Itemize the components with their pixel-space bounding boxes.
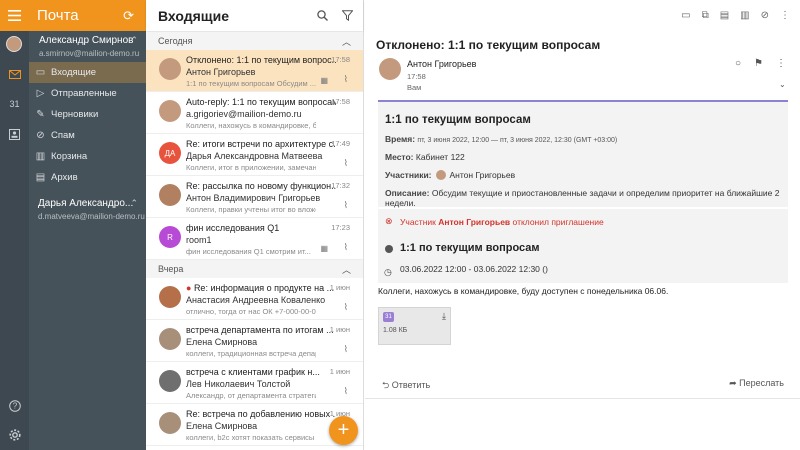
avatar <box>159 412 181 434</box>
account-primary[interactable]: Александр Смирнов a.smirnov@mailion-demo… <box>29 31 146 58</box>
paperclip-icon: ⌇ <box>343 74 348 84</box>
account-email: a.smirnov@mailion-demo.ru <box>39 49 140 58</box>
menu-icon[interactable] <box>0 0 29 31</box>
search-icon[interactable] <box>317 10 328 21</box>
list-item[interactable]: Auto-reply: 1:1 по текущим вопросам a.gr… <box>146 92 363 134</box>
avatar[interactable] <box>6 36 22 52</box>
list-item[interactable]: R фин исследования Q1 room1 фин исследов… <box>146 218 363 260</box>
forward-icon: ➦ <box>729 378 740 388</box>
avatar: R <box>159 226 181 248</box>
contacts-icon[interactable] <box>0 119 29 149</box>
folder-drafts[interactable]: ✎ Черновики <box>29 104 146 125</box>
paperclip-icon: ⌇ <box>343 200 348 210</box>
divider <box>365 398 800 399</box>
folder-spam[interactable]: ⊘ Спам <box>29 125 146 146</box>
spam-icon[interactable]: ⊘ <box>761 10 769 21</box>
compose-button[interactable]: + <box>329 416 358 445</box>
more-icon[interactable]: ⋮ <box>776 58 786 69</box>
paperclip-icon: ⌇ <box>343 344 348 354</box>
account-secondary[interactable]: Дарья Александро... d.matveeva@mailion-d… <box>29 194 146 221</box>
app-rail: 31 ? <box>0 0 29 450</box>
circle-icon[interactable]: ○ <box>735 58 741 69</box>
help-icon[interactable]: ? <box>0 391 29 421</box>
message-list: Входящие Сегодня ︿ Отклонено: 1:1 по теку… <box>146 0 364 450</box>
chevron-up-icon[interactable]: ︿ <box>342 263 351 276</box>
toolbar: ▭ ⧉ ▤ ▥ ⊘ ⋮ <box>365 0 800 31</box>
avatar <box>159 370 181 392</box>
svg-text:?: ? <box>12 402 17 411</box>
spam-icon: ⊘ <box>36 130 45 141</box>
folder-archive[interactable]: ▤ Архив <box>29 167 146 188</box>
reply-icon: ⮌ <box>382 380 392 390</box>
filter-icon[interactable] <box>342 10 353 21</box>
calendar-file-icon: 31 <box>383 312 394 322</box>
more-icon[interactable]: ⋮ <box>780 10 790 21</box>
message-time: 17:58 <box>407 72 426 81</box>
invitation-card: 1:1 по текущим вопросам Время: пт, 3 июн… <box>378 100 788 208</box>
sender-name[interactable]: Антон Григорьев <box>407 59 476 69</box>
important-icon: ● <box>186 283 194 293</box>
copy-icon[interactable]: ⧉ <box>702 10 709 21</box>
folder-sidebar: Почта ⟳ Александр Смирнов a.smirnov@mail… <box>29 0 146 450</box>
paperclip-icon: ⌇ <box>343 386 348 396</box>
list-item[interactable]: Re: рассылка по новому функцион... Антон… <box>146 176 363 218</box>
paperclip-icon: ⌇ <box>343 158 348 168</box>
avatar <box>159 184 181 206</box>
download-icon[interactable]: ⤓ <box>442 311 446 322</box>
list-item[interactable]: встреча с клиентами график н... Лев Нико… <box>146 362 363 404</box>
list-title: Входящие <box>158 7 229 24</box>
flag-icon[interactable]: ⚑ <box>754 58 763 69</box>
inbox-icon: ▭ <box>35 67 46 78</box>
archive-icon[interactable]: ▤ <box>720 10 729 21</box>
list-item[interactable]: ● Re: информация о продукте на ... Анаст… <box>146 278 363 320</box>
list-item[interactable]: Отклонено: 1:1 по текущим вопрос... Анто… <box>146 50 363 92</box>
reply-button[interactable]: ⮌ Ответить <box>382 378 430 394</box>
recipient[interactable]: Вам <box>407 83 421 92</box>
paperclip-icon: ⌇ <box>343 302 348 312</box>
avatar <box>435 170 446 180</box>
paperclip-icon: ⌇ <box>343 242 348 252</box>
settings-icon[interactable] <box>0 420 29 450</box>
decline-card: ⊗ Участник Антон Григорьев отклонил приг… <box>378 209 788 283</box>
reading-pane: ▭ ⧉ ▤ ▥ ⊘ ⋮ Отклонено: 1:1 по текущим во… <box>365 0 800 450</box>
avatar <box>379 58 401 80</box>
account-email: d.matveeva@mailion-demo.ru <box>38 212 145 221</box>
folder-inbox[interactable]: ▭ Входящие <box>29 62 146 83</box>
list-item[interactable]: встреча департамента по итогам ... Елена… <box>146 320 363 362</box>
chevron-up-icon[interactable]: ︿ <box>342 35 351 48</box>
avatar <box>159 58 181 80</box>
folder-sent[interactable]: ▷ Отправленные <box>29 83 146 104</box>
folder-trash[interactable]: ▥ Корзина <box>29 146 146 167</box>
event-dot-icon <box>385 245 393 253</box>
avatar <box>159 286 181 308</box>
expand-icon[interactable]: ⌄ <box>779 80 786 89</box>
avatar <box>159 100 181 122</box>
message-body: Коллеги, нахожусь в командировке, буду д… <box>378 286 669 296</box>
refresh-icon[interactable]: ⟳ <box>123 8 134 24</box>
avatar <box>159 328 181 350</box>
invite-heading: 1:1 по текущим вопросам <box>385 114 531 126</box>
pencil-icon: ✎ <box>36 109 45 120</box>
calendar-icon: ▦ <box>320 76 328 85</box>
chevron-up-icon[interactable]: ⌃ <box>130 198 138 209</box>
attachment[interactable]: 31 1.08 КБ ⤓ <box>378 307 451 345</box>
trash-icon[interactable]: ▥ <box>740 10 749 21</box>
mail-icon[interactable] <box>0 59 29 89</box>
calendar-icon: ▦ <box>320 244 328 253</box>
archive-icon: ▤ <box>35 172 46 183</box>
error-icon: ⊗ <box>385 216 393 226</box>
group-header[interactable]: Вчера ︿ <box>146 260 363 278</box>
app-title: Почта <box>37 7 79 24</box>
forward-button[interactable]: ➦ Переслать <box>729 378 784 394</box>
avatar: ДА <box>159 142 181 164</box>
chevron-up-icon[interactable]: ⌃ <box>130 35 138 46</box>
list-item[interactable]: ДА Re: итоги встречи по архитектуре с...… <box>146 134 363 176</box>
send-icon: ▷ <box>36 88 45 99</box>
calendar-icon[interactable]: 31 <box>0 89 29 119</box>
trash-icon: ▥ <box>35 151 46 162</box>
group-header[interactable]: Сегодня ︿ <box>146 32 363 50</box>
move-icon[interactable]: ▭ <box>681 10 690 21</box>
clock-icon: ◷ <box>384 267 392 277</box>
message-title: Отклонено: 1:1 по текущим вопросам <box>376 38 601 52</box>
